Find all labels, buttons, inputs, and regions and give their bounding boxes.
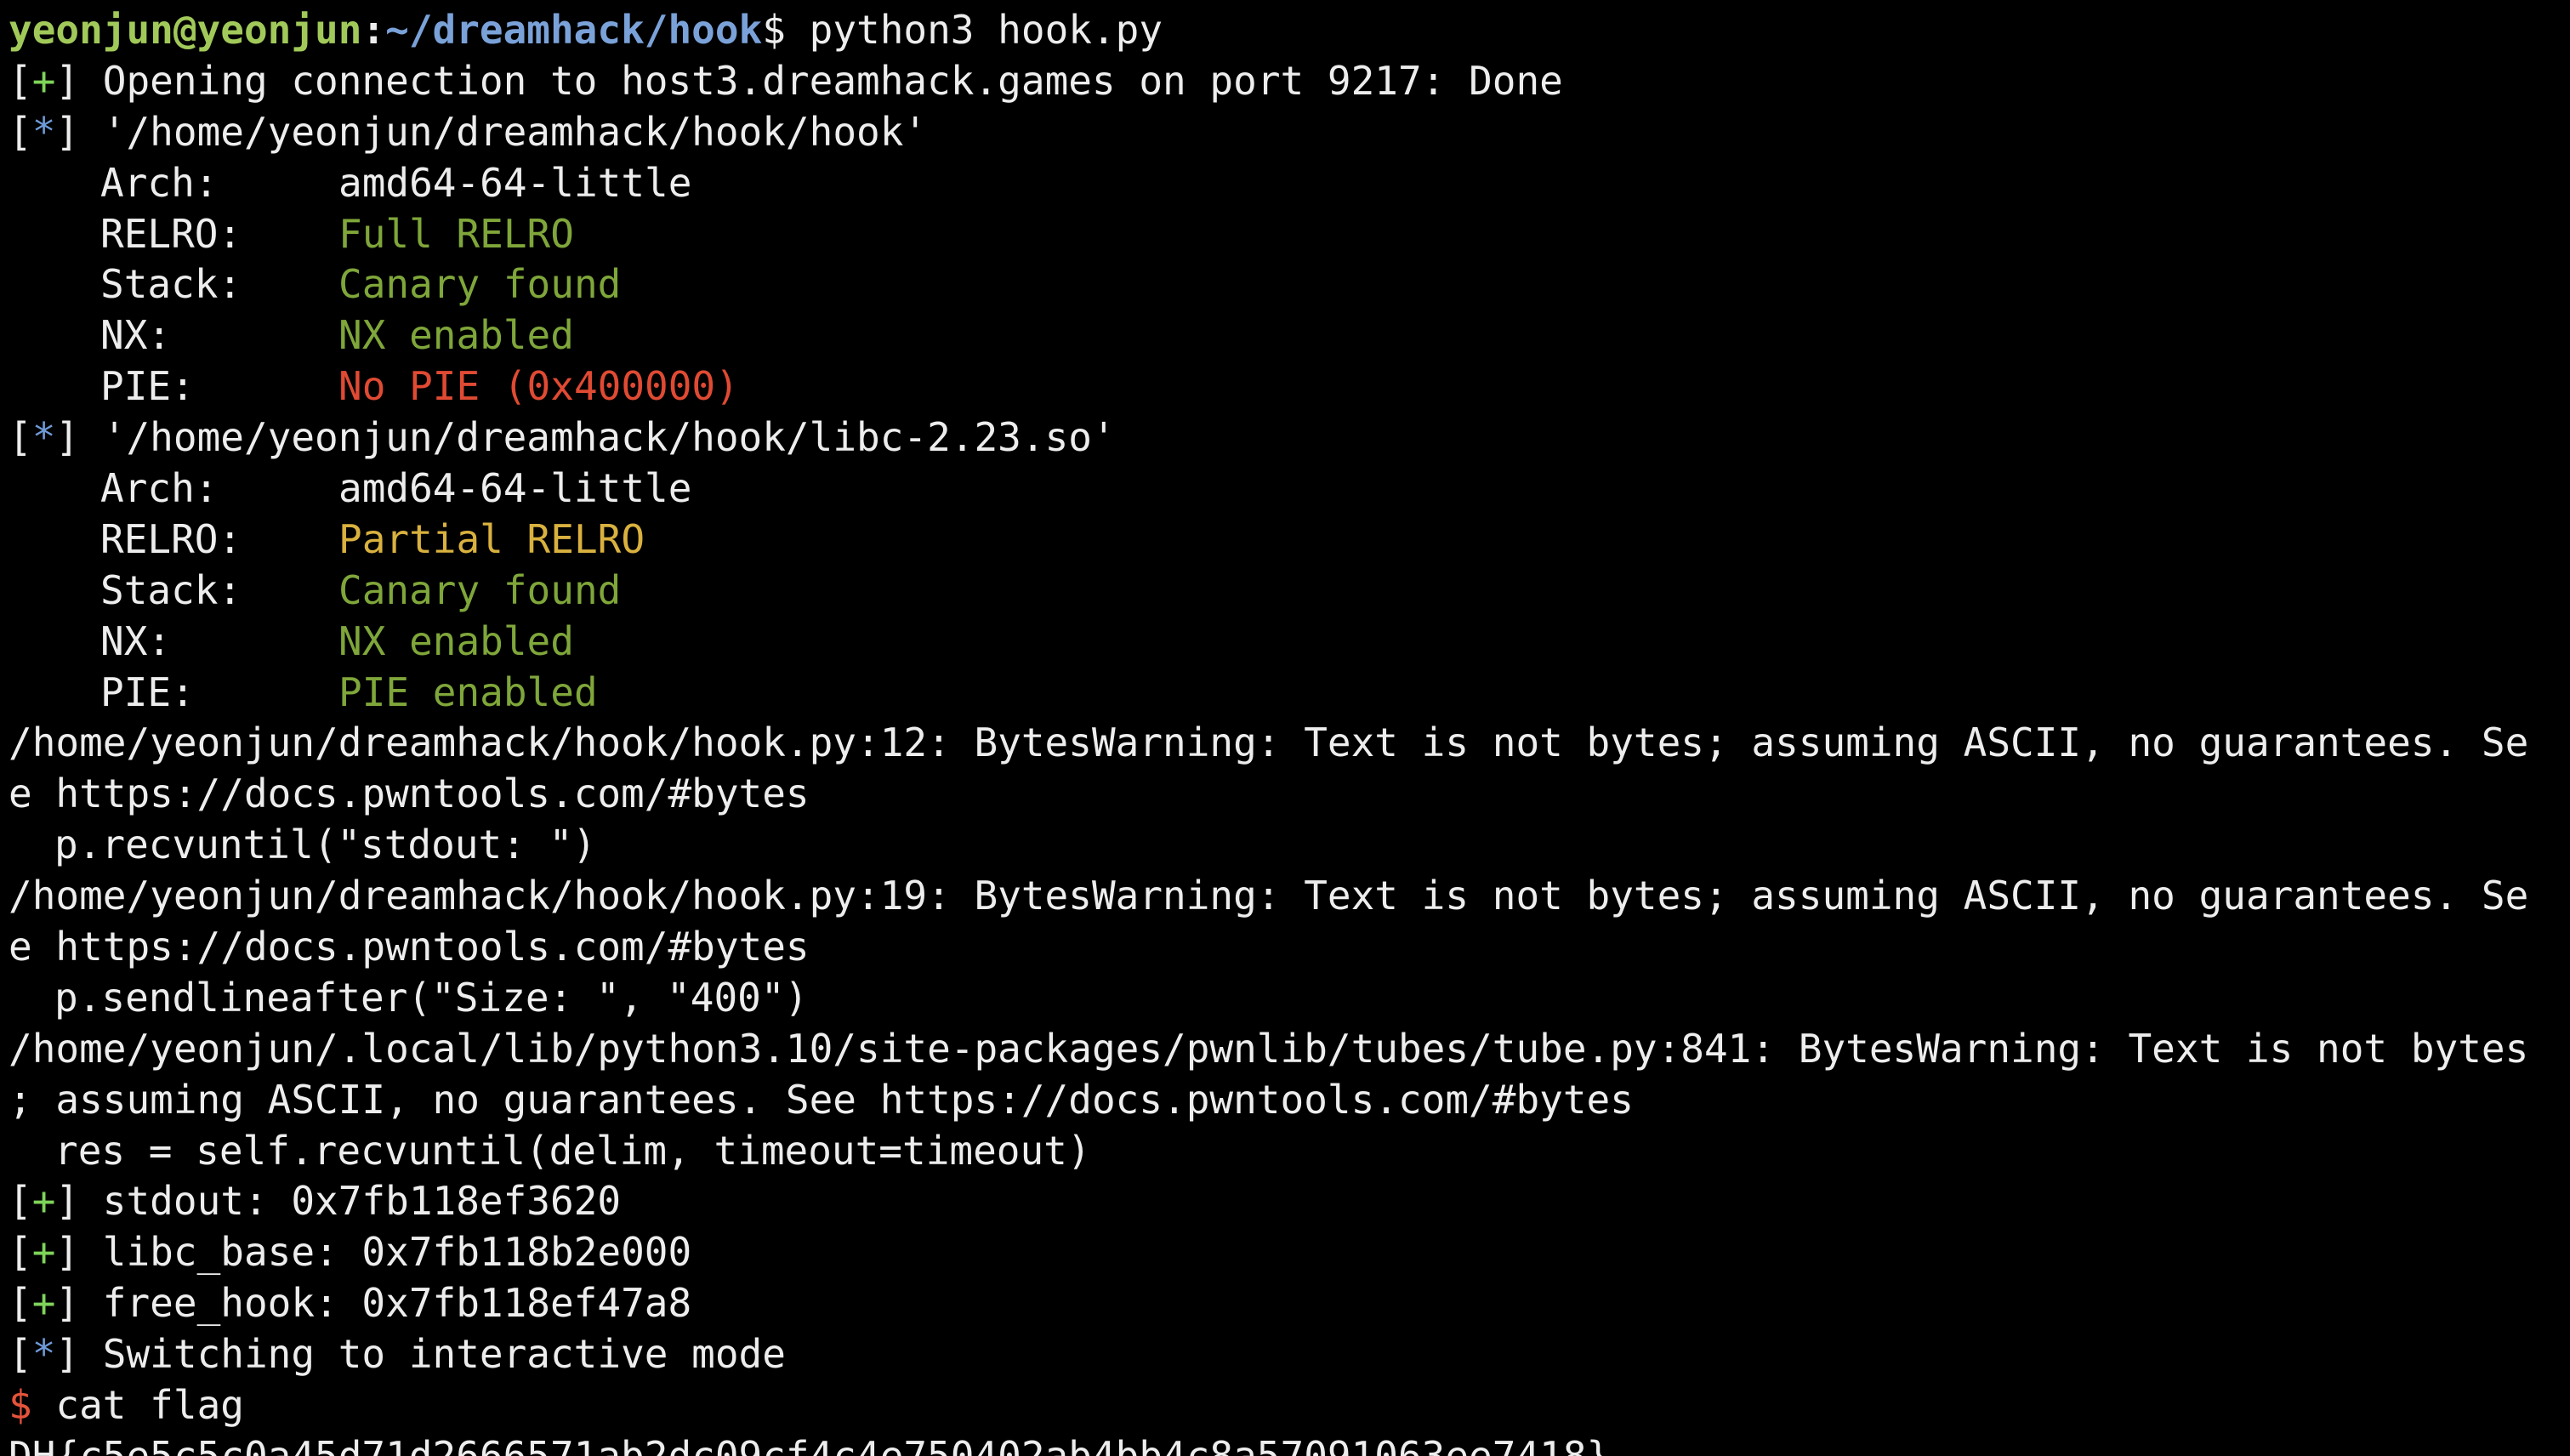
pie-value: No PIE (0x400000) [338, 363, 739, 410]
nx-value: NX enabled [338, 617, 574, 664]
libc-base-text: libc_base: 0x7fb118b2e000 [102, 1229, 692, 1276]
output-line-bin1-path: [*] '/home/yeonjun/dreamhack/hook/hook' [9, 107, 2570, 158]
warning-line: /home/yeonjun/dreamhack/hook/hook.py:12:… [9, 719, 2529, 766]
warning-code-line: p.recvuntil("stdout: ") [54, 822, 596, 868]
bracket-close: ] [55, 414, 103, 461]
output-line-bin2-path: [*] '/home/yeonjun/dreamhack/hook/libc-2… [9, 412, 2570, 464]
bin1-path-text: '/home/yeonjun/dreamhack/hook/hook' [102, 108, 928, 155]
relro-value: Full RELRO [338, 210, 574, 257]
success-marker-icon: + [31, 57, 56, 104]
warning-code-line: res = self.recvuntil(delim, timeout=time… [54, 1127, 1091, 1174]
bracket-close: ] [55, 1229, 103, 1276]
checksec-libc-stack: Stack: Canary found [9, 566, 2570, 617]
output-line-stdout-leak: [+] stdout: 0x7fb118ef3620 [9, 1176, 2570, 1227]
output-line-opening: [+] Opening connection to host3.dreamhac… [9, 56, 2570, 107]
bracket-open: [ [9, 1229, 32, 1276]
info-marker-icon: * [31, 1331, 56, 1378]
output-line-free-hook: [+] free_hook: 0x7fb118ef47a8 [9, 1278, 2570, 1329]
checksec-hook-pie: PIE: No PIE (0x400000) [9, 361, 2570, 412]
bracket-open: [ [9, 108, 32, 155]
info-marker-icon: * [31, 108, 56, 155]
arch-value: amd64-64-little [338, 465, 692, 512]
stack-key: Stack: [100, 566, 242, 613]
bracket-close: ] [55, 1280, 103, 1327]
arch-value: amd64-64-little [338, 159, 692, 206]
output-line-interactive: [*] Switching to interactive mode [9, 1329, 2570, 1380]
bracket-close: ] [55, 1178, 103, 1225]
bracket-close: ] [55, 57, 103, 104]
relro-key: RELRO: [100, 515, 242, 562]
prompt-command: python3 hook.py [785, 7, 1163, 53]
info-marker-icon: * [31, 414, 56, 461]
checksec-libc-pie: PIE: PIE enabled [9, 668, 2570, 719]
pie-value: PIE enabled [338, 668, 598, 715]
bracket-close: ] [55, 1331, 103, 1378]
success-marker-icon: + [31, 1178, 56, 1225]
warning-line: /home/yeonjun/.local/lib/python3.10/site… [9, 1025, 2529, 1072]
prompt-separator: : [361, 7, 386, 53]
bin2-path-text: '/home/yeonjun/dreamhack/hook/libc-2.23.… [102, 414, 1116, 461]
shell-prompt-line: yeonjun@yeonjun:~/dreamhack/hook$ python… [9, 5, 2570, 56]
relro-key: RELRO: [100, 210, 242, 257]
checksec-libc-relro: RELRO: Partial RELRO [9, 515, 2570, 566]
terminal-window[interactable]: yeonjun@yeonjun:~/dreamhack/hook$ python… [0, 0, 2570, 1456]
flag-output: DH{c5e5c5c0a45d71d2666571ab2dc09cf4c4e75… [9, 1432, 1611, 1456]
stack-value: Canary found [338, 261, 622, 308]
interactive-command-line[interactable]: $ cat flag [9, 1380, 2570, 1431]
checksec-libc-arch: Arch: amd64-64-little [9, 464, 2570, 515]
stdout-leak-text: stdout: 0x7fb118ef3620 [102, 1178, 622, 1225]
pie-key: PIE: [100, 668, 195, 715]
checksec-hook-arch: Arch: amd64-64-little [9, 158, 2570, 209]
interactive-prompt-symbol: $ [9, 1382, 32, 1429]
checksec-hook-stack: Stack: Canary found [9, 259, 2570, 310]
success-marker-icon: + [31, 1229, 56, 1276]
warning-line: /home/yeonjun/dreamhack/hook/hook.py:19:… [9, 873, 2529, 919]
free-hook-text: free_hook: 0x7fb118ef47a8 [102, 1280, 692, 1327]
output-line-libc-base: [+] libc_base: 0x7fb118b2e000 [9, 1227, 2570, 1278]
interactive-command: cat flag [31, 1382, 244, 1429]
bracket-open: [ [9, 1280, 32, 1327]
bracket-open: [ [9, 1331, 32, 1378]
bracket-open: [ [9, 1178, 32, 1225]
stack-value: Canary found [338, 566, 622, 613]
bracket-open: [ [9, 414, 32, 461]
warning-line-wrap: e https://docs.pwntools.com/#bytes [9, 924, 810, 970]
nx-key: NX: [100, 617, 172, 664]
arch-key: Arch: [100, 465, 219, 512]
relro-value: Partial RELRO [338, 515, 645, 562]
opening-text: Opening connection to host3.dreamhack.ga… [102, 57, 1563, 104]
warning-line-wrap: ; assuming ASCII, no guarantees. See htt… [9, 1076, 1634, 1123]
nx-value: NX enabled [338, 312, 574, 359]
prompt-cwd: ~/dreamhack/hook [385, 7, 763, 53]
interactive-text: Switching to interactive mode [102, 1331, 786, 1378]
stack-key: Stack: [100, 261, 242, 308]
checksec-libc-nx: NX: NX enabled [9, 617, 2570, 668]
checksec-hook-nx: NX: NX enabled [9, 310, 2570, 361]
arch-key: Arch: [100, 159, 219, 206]
warning-code-line: p.sendlineafter("Size: ", "400") [54, 974, 809, 1021]
warning-line-wrap: e https://docs.pwntools.com/#bytes [9, 771, 810, 817]
prompt-user-host: yeonjun@yeonjun [9, 7, 362, 53]
nx-key: NX: [100, 312, 172, 359]
prompt-symbol: $ [762, 7, 786, 53]
pie-key: PIE: [100, 363, 195, 410]
bracket-open: [ [9, 57, 32, 104]
success-marker-icon: + [31, 1280, 56, 1327]
bracket-close: ] [55, 108, 103, 155]
checksec-hook-relro: RELRO: Full RELRO [9, 209, 2570, 260]
